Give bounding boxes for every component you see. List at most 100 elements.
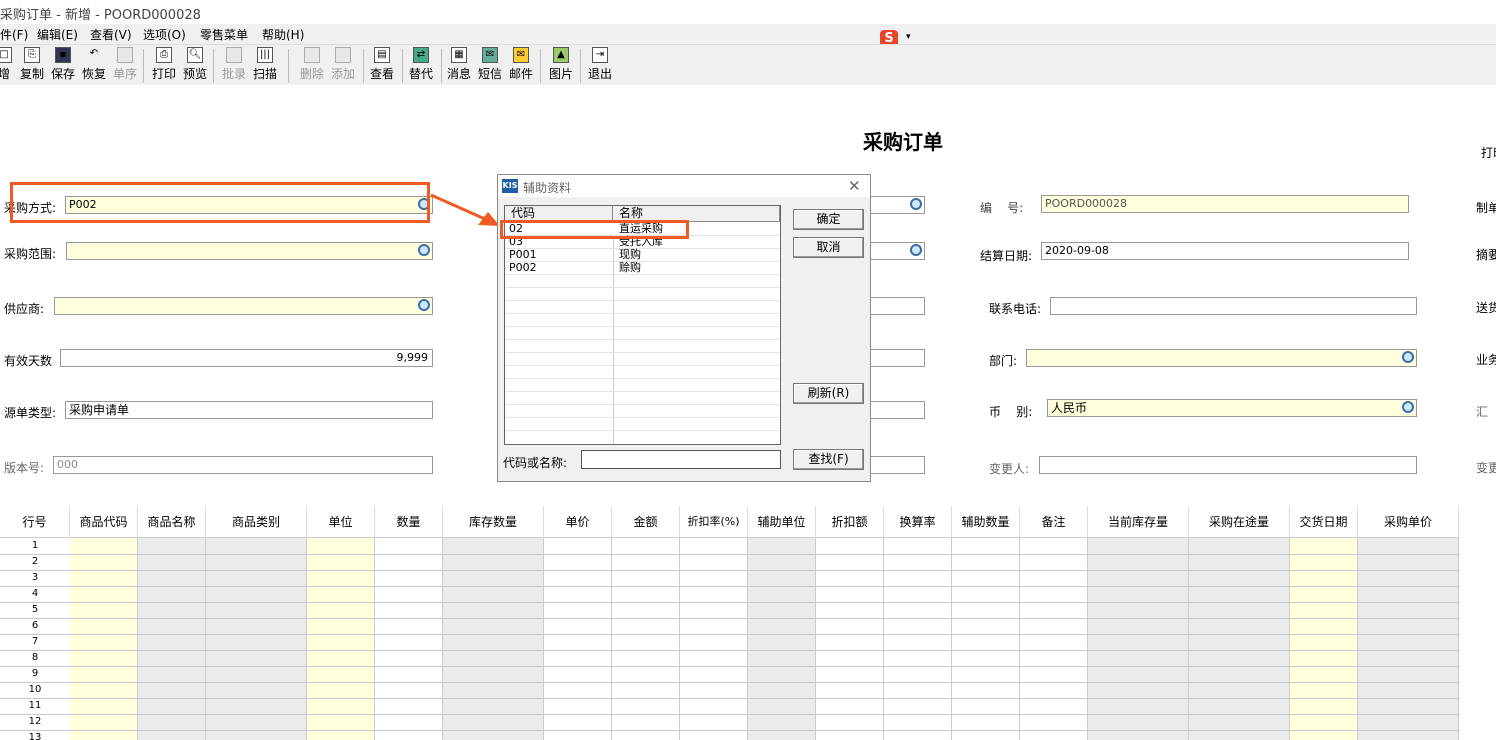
header-stock-qty[interactable]: 库存数量 <box>443 506 544 538</box>
header-amount[interactable]: 金额 <box>612 506 680 538</box>
header-remarks[interactable]: 备注 <box>1020 506 1088 538</box>
message-button[interactable]: ▦ 消息 <box>443 47 475 85</box>
row-divider <box>0 618 1460 619</box>
header-aux-quantity[interactable]: 辅助数量 <box>952 506 1020 538</box>
picture-button[interactable]: ▲ 图片 <box>545 47 577 85</box>
row-number: 6 <box>31 620 39 631</box>
menu-view[interactable]: 查看(V) <box>90 26 132 43</box>
replace-icon: ⇄ <box>413 47 429 63</box>
header-item-code[interactable]: 商品代码 <box>70 506 138 538</box>
number-field[interactable]: POORD000028 <box>1041 195 1409 213</box>
window-title: 采购订单 - 新增 - POORD000028 <box>0 8 201 23</box>
restore-button[interactable]: ↶ 恢复 <box>78 47 110 85</box>
row-divider <box>0 570 1460 571</box>
header-discount-amount[interactable]: 折扣额 <box>816 506 884 538</box>
dept-field[interactable] <box>1026 349 1417 367</box>
currency-field[interactable]: 人民币 <box>1047 399 1417 417</box>
column-bg <box>1020 538 1088 740</box>
close-icon[interactable]: ✕ <box>848 177 861 195</box>
menu-edit[interactable]: 编辑(E) <box>37 26 78 43</box>
supplier-field[interactable] <box>54 297 433 315</box>
middle-field-6[interactable] <box>868 456 925 474</box>
sms-button[interactable]: ✉ 短信 <box>474 47 506 85</box>
row-divider <box>0 554 1460 555</box>
header-delivery-date[interactable]: 交货日期 <box>1290 506 1358 538</box>
middle-field-3[interactable] <box>868 297 925 315</box>
lookup-icon[interactable] <box>1402 351 1414 363</box>
toolbar: □ 增 ⎘ 复制 ▪ 保存 ↶ 恢复 单序 ⎙ 打印 🔍︎ 预览 批录 ||| 扫描 删除 添… <box>0 44 1496 85</box>
header-item-category[interactable]: 商品类别 <box>206 506 307 538</box>
save-button[interactable]: ▪ 保存 <box>47 47 79 85</box>
header-aux-unit[interactable]: 辅助单位 <box>748 506 816 538</box>
view-button[interactable]: ▤ 查看 <box>366 47 398 85</box>
refresh-button[interactable]: 刷新(R) <box>793 383 864 404</box>
scan-button[interactable]: ||| 扫描 <box>249 47 281 85</box>
header-quantity[interactable]: 数量 <box>375 506 443 538</box>
header-unit-price[interactable]: 单价 <box>544 506 612 538</box>
dialog-title: 辅助资料 <box>523 181 572 195</box>
valid-days-field[interactable]: 9,999 <box>60 349 433 367</box>
batch-button[interactable]: 批录 <box>218 47 250 85</box>
dept-label: 部门: <box>989 354 1018 368</box>
purchase-scope-field[interactable] <box>66 242 433 260</box>
row-number: 4 <box>31 588 39 599</box>
new-icon: □ <box>0 47 12 63</box>
menu-options[interactable]: 选项(O) <box>143 26 186 43</box>
phone-field[interactable] <box>1050 297 1417 315</box>
settle-date-field[interactable]: 2020-09-08 <box>1041 242 1409 260</box>
version-field[interactable]: 000 <box>53 456 433 474</box>
row-number: 10 <box>28 684 42 695</box>
sequence-button[interactable]: 单序 <box>109 47 141 85</box>
toolbar-separator <box>288 49 289 83</box>
ok-button[interactable]: 确定 <box>793 209 864 230</box>
lookup-icon[interactable] <box>418 244 430 256</box>
middle-field-4[interactable] <box>868 349 925 367</box>
empty-row <box>505 418 780 431</box>
preview-button[interactable]: 🔍︎ 预览 <box>179 47 211 85</box>
row-divider <box>0 602 1460 603</box>
column-bg <box>544 538 612 740</box>
menu-file[interactable]: 件(F) <box>0 26 28 43</box>
header-discount-rate[interactable]: 折扣率(%) <box>680 506 748 538</box>
list-item[interactable]: P002 赊购 <box>505 262 780 275</box>
header-conversion-rate[interactable]: 换算率 <box>884 506 952 538</box>
middle-field-2[interactable] <box>868 242 925 260</box>
copy-icon: ⎘ <box>24 47 40 63</box>
header-item-name[interactable]: 商品名称 <box>138 506 206 538</box>
header-unit[interactable]: 单位 <box>307 506 375 538</box>
mail-button[interactable]: ✉ 邮件 <box>505 47 537 85</box>
lookup-icon[interactable] <box>418 299 430 311</box>
changer-field[interactable] <box>1039 456 1417 474</box>
header-row-number[interactable]: 行号 <box>0 506 70 538</box>
dialog-title-bar: KIS 辅助资料 ✕ <box>498 175 870 197</box>
column-bg <box>680 538 748 740</box>
menu-help[interactable]: 帮助(H) <box>262 26 304 43</box>
list-item[interactable]: P001 现购 <box>505 249 780 262</box>
row-number: 13 <box>28 732 42 740</box>
menu-retail[interactable]: 零售菜单 <box>200 26 248 43</box>
header-in-transit[interactable]: 采购在途量 <box>1189 506 1290 538</box>
exit-button[interactable]: ⇥ 退出 <box>584 47 616 85</box>
search-input[interactable] <box>581 450 781 469</box>
header-current-stock[interactable]: 当前库存量 <box>1088 506 1189 538</box>
ime-dropdown-icon[interactable]: ▾ <box>906 32 911 42</box>
lookup-icon[interactable] <box>1402 401 1414 413</box>
find-button[interactable]: 查找(F) <box>793 449 864 470</box>
number-label: 编 号: <box>980 201 1024 215</box>
column-bg <box>307 538 375 740</box>
print-button[interactable]: ⎙ 打印 <box>148 47 180 85</box>
middle-field-5[interactable] <box>868 401 925 419</box>
purchase-scope-label: 采购范围: <box>4 247 57 261</box>
row-number: 9 <box>31 668 39 679</box>
cancel-button[interactable]: 取消 <box>793 237 864 258</box>
middle-field-1[interactable] <box>868 196 925 214</box>
add-button[interactable]: 添加 <box>327 47 359 85</box>
delete-button[interactable]: 删除 <box>296 47 328 85</box>
lookup-icon[interactable] <box>910 244 922 256</box>
replace-button[interactable]: ⇄ 替代 <box>405 47 437 85</box>
copy-button[interactable]: ⎘ 复制 <box>16 47 48 85</box>
source-type-field[interactable]: 采购申请单 <box>65 401 433 419</box>
row-number: 7 <box>31 636 39 647</box>
header-purchase-price[interactable]: 采购单价 <box>1358 506 1459 538</box>
lookup-icon[interactable] <box>910 198 922 210</box>
